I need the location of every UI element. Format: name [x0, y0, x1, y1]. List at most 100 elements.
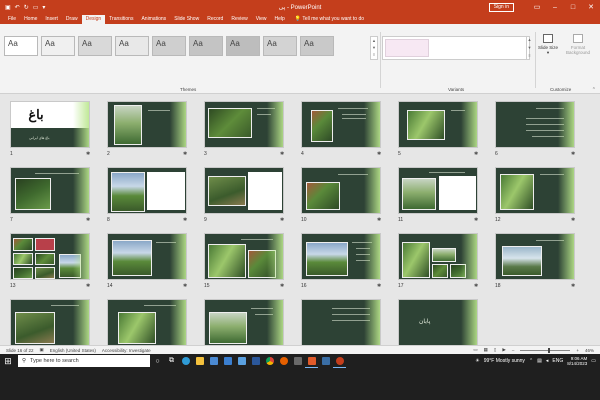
tab-design[interactable]: Design [81, 15, 106, 24]
tell-me-search[interactable]: 💡 Tell me what you want to do [295, 15, 364, 24]
normal-view-icon[interactable]: ▭ [473, 347, 477, 353]
language-indicator[interactable]: English (United States) [50, 348, 96, 353]
word-icon[interactable] [249, 354, 262, 368]
theme-8[interactable]: Aa [263, 36, 297, 56]
zoom-in-icon[interactable]: + [576, 348, 579, 353]
sign-in-button[interactable]: Sign in [488, 2, 514, 12]
slide-14-thumbnail[interactable] [107, 233, 187, 280]
themes-scroll[interactable]: ▲ ▼ ≡ [370, 36, 378, 60]
firefox-icon[interactable] [277, 354, 290, 368]
tab-slide-show[interactable]: Slide Show [170, 15, 203, 24]
slide-13-thumbnail[interactable] [10, 233, 90, 280]
slide-18-thumbnail[interactable] [495, 233, 575, 280]
slideshow-view-icon[interactable]: ▶ [502, 347, 505, 353]
slide-21-thumbnail[interactable] [204, 299, 284, 346]
chrome-icon[interactable] [263, 354, 276, 368]
notifications-icon[interactable]: ▭ [591, 358, 596, 364]
slide-17-thumbnail[interactable] [398, 233, 478, 280]
close-icon[interactable]: ✕ [582, 3, 600, 11]
slide-4-thumbnail[interactable] [301, 101, 381, 148]
slide-9-thumbnail[interactable] [204, 167, 284, 214]
slide-2-thumbnail[interactable] [107, 101, 187, 148]
slide-10-thumbnail[interactable] [301, 167, 381, 214]
slide-1-thumbnail[interactable]: ﺑﺎﻍ باغ های ایرانی [10, 101, 90, 148]
taskbar-search-box[interactable]: ⚲ Type here to search [18, 355, 150, 367]
undo-icon[interactable]: ↶ [15, 4, 20, 11]
slide-19-thumbnail[interactable] [10, 299, 90, 346]
weather-icon[interactable]: ☀ [475, 358, 479, 364]
language-icon[interactable]: ENG [552, 358, 563, 364]
slide-text-box [248, 172, 282, 210]
tab-insert[interactable]: Insert [41, 15, 62, 24]
format-background-button[interactable]: Format Background [560, 34, 596, 55]
slide-16-thumbnail[interactable] [301, 233, 381, 280]
customize-group-label: Customize [550, 87, 572, 92]
mail-icon[interactable] [221, 354, 234, 368]
tab-home[interactable]: Home [20, 15, 41, 24]
tab-review[interactable]: Review [227, 15, 251, 24]
theme-3[interactable]: Aa [78, 36, 112, 56]
tab-view[interactable]: View [252, 15, 271, 24]
theme-2[interactable]: Aa [41, 36, 75, 56]
file-explorer-icon[interactable] [193, 354, 206, 368]
reading-view-icon[interactable]: ▯ [494, 347, 496, 353]
spelling-icon[interactable]: ▣ [40, 347, 44, 353]
ribbon-display-icon[interactable]: ▭ [528, 3, 546, 11]
slide-number: 1 [10, 151, 13, 157]
minimize-icon[interactable]: – [546, 4, 564, 11]
slide-size-button[interactable]: Slide Size ▾ [538, 34, 558, 55]
tab-transitions[interactable]: Transitions [105, 15, 137, 24]
network-icon[interactable]: ▤ [537, 358, 542, 364]
theme-9[interactable]: Aa [300, 36, 334, 56]
slide-15-thumbnail[interactable] [204, 233, 284, 280]
cortana-icon[interactable]: ○ [151, 354, 164, 368]
zoom-out-icon[interactable]: – [512, 348, 515, 353]
slide-11-thumbnail[interactable] [398, 167, 478, 214]
media-player-icon[interactable] [305, 354, 318, 368]
theme-office[interactable]: Aa [4, 36, 38, 56]
variant-1[interactable] [385, 39, 429, 57]
tab-record[interactable]: Record [203, 15, 227, 24]
customize-qat-icon[interactable]: ▾ [42, 4, 45, 11]
slide-sorter-view-icon[interactable]: ▦ [484, 347, 488, 353]
zoom-slider[interactable] [520, 347, 571, 353]
zoom-level[interactable]: 46% [585, 348, 594, 353]
maximize-icon[interactable]: □ [564, 4, 582, 11]
redo-icon[interactable]: ↻ [24, 4, 29, 11]
app-icon-2[interactable] [319, 354, 332, 368]
theme-4[interactable]: Aa [115, 36, 149, 56]
end-slide-thumbnail[interactable]: پایان [398, 299, 478, 346]
slide-22-thumbnail[interactable] [301, 299, 381, 346]
tab-help[interactable]: Help [270, 15, 288, 24]
slide-6-thumbnail[interactable] [495, 101, 575, 148]
save-icon[interactable]: ▣ [5, 4, 11, 11]
app-icon[interactable] [291, 354, 304, 368]
volume-icon[interactable]: ◂ [546, 358, 549, 364]
zoom-slider-thumb[interactable] [547, 347, 550, 353]
clock[interactable]: 9:06 AM 8/14/2023 [567, 356, 587, 366]
slideshow-icon[interactable]: ▭ [33, 4, 39, 11]
collapse-ribbon-icon[interactable]: ⌃ [592, 87, 596, 93]
photos-icon[interactable] [235, 354, 248, 368]
theme-7[interactable]: Aa [226, 36, 260, 56]
tab-animations[interactable]: Animations [137, 15, 170, 24]
slide-7-thumbnail[interactable] [10, 167, 90, 214]
variants-scroll[interactable]: ▲ ▼ ≡ [526, 36, 532, 60]
windows-start-icon[interactable]: ⊞ [0, 354, 16, 368]
tab-draw[interactable]: Draw [62, 15, 82, 24]
store-icon[interactable] [207, 354, 220, 368]
tab-file[interactable]: File [4, 15, 20, 24]
theme-6[interactable]: Aa [189, 36, 223, 56]
accessibility-status[interactable]: Accessibility: Investigate [102, 348, 151, 353]
powerpoint-icon[interactable] [333, 354, 346, 368]
slide-8-thumbnail[interactable] [107, 167, 187, 214]
task-view-icon[interactable]: ⧉ [165, 354, 178, 368]
theme-5[interactable]: Aa [152, 36, 186, 56]
slide-3-thumbnail[interactable] [204, 101, 284, 148]
slide-20-thumbnail[interactable] [107, 299, 187, 346]
slide-5-thumbnail[interactable] [398, 101, 478, 148]
weather-text[interactable]: 99°F Mostly sunny [484, 358, 525, 364]
show-hidden-icons-icon[interactable]: ⌃ [529, 358, 533, 364]
edge-icon[interactable] [179, 354, 192, 368]
slide-12-thumbnail[interactable] [495, 167, 575, 214]
